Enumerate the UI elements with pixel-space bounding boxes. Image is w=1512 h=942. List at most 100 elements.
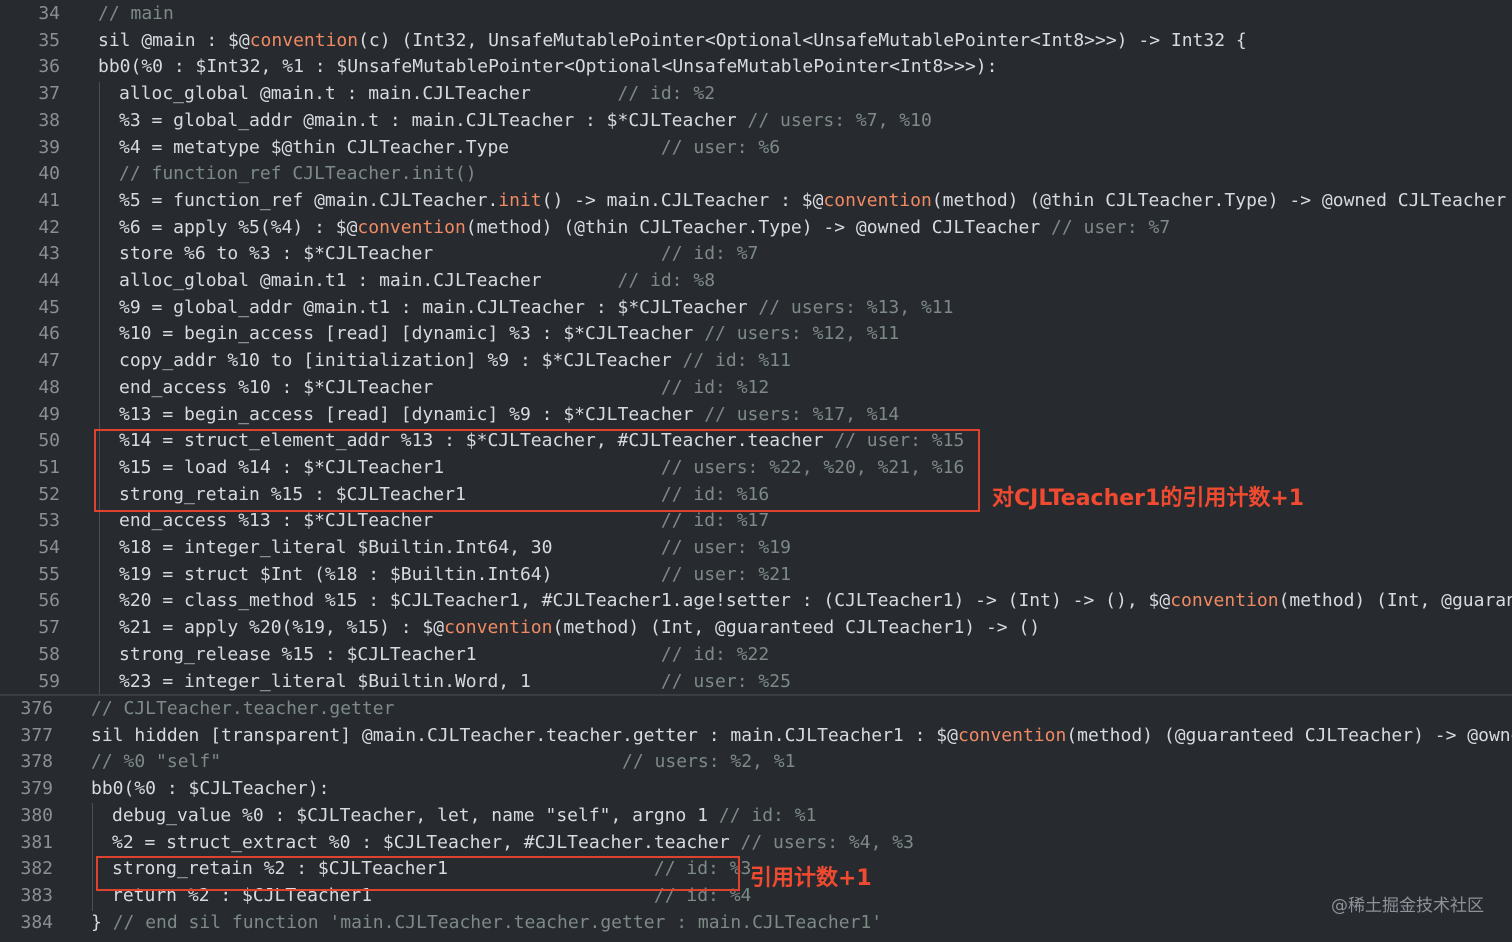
code-token: // id: %12	[660, 376, 770, 398]
code-line[interactable]: 59 %23 = integer_literal $Builtin.Word, 1…	[0, 669, 1512, 695]
code-token: (c) (Int32, UnsafeMutablePointer<Optiona…	[358, 29, 1247, 51]
code-token: sil hidden [transparent] @main.CJLTeache…	[91, 724, 958, 746]
code-token: %19 = struct $Int (%18 : $Builtin.Int64)	[119, 563, 661, 585]
code-token: %5 = function_ref @main.CJLTeacher.	[119, 189, 499, 211]
code-token: (method) (@thin CJLTeacher.Type) -> @own…	[465, 216, 1051, 238]
line-number: 48	[38, 376, 60, 398]
code-token: // user: %21	[660, 563, 791, 585]
code-token: // users: %13, %11	[758, 296, 954, 318]
code-line[interactable]: 40 // function_ref CJLTeacher.init()	[0, 161, 1512, 188]
code-line[interactable]: 56 %20 = class_method %15 : $CJLTeacher1,…	[0, 588, 1512, 615]
code-text: sil hidden [transparent] @main.CJLTeache…	[91, 723, 1512, 750]
code-token: }	[91, 911, 113, 933]
code-line[interactable]: 37 alloc_global @main.t : main.CJLTeacher…	[0, 81, 1512, 108]
line-number: 52	[38, 483, 60, 505]
code-token: %18 = integer_literal $Builtin.Int64, 30	[119, 537, 661, 558]
code-line[interactable]: 379 bb0(%0 : $CJLTeacher):	[0, 776, 1512, 803]
line-number: 59	[38, 670, 60, 692]
code-text: // function_ref CJLTeacher.init()	[119, 161, 477, 188]
line-number: 380	[20, 804, 53, 826]
code-line[interactable]: 377 sil hidden [transparent] @main.CJLTea…	[0, 723, 1512, 750]
code-token: // id: %22	[660, 643, 770, 665]
code-token: alloc_global @main.t : main.CJLTeacher	[119, 83, 618, 105]
code-line[interactable]: 41 %5 = function_ref @main.CJLTeacher.ini…	[0, 188, 1512, 215]
code-token: // user: %25	[660, 670, 791, 692]
code-text: // %0 "self" // users: %2, %1	[91, 749, 795, 776]
line-number: 35	[38, 29, 60, 51]
line-number: 57	[38, 617, 60, 639]
code-text: copy_addr %10 to [initialization] %9 : $…	[119, 348, 791, 375]
line-number: 45	[38, 296, 60, 318]
code-line[interactable]: 38 %3 = global_addr @main.t : main.CJLTea…	[0, 108, 1512, 135]
code-token: // id: %2	[617, 83, 716, 105]
code-line[interactable]: 39 %4 = metatype $@thin CJLTeacher.Type /…	[0, 135, 1512, 162]
line-number: 47	[38, 350, 60, 372]
code-token: alloc_global @main.t1 : main.CJLTeacher	[119, 270, 618, 291]
code-text: bb0(%0 : $CJLTeacher):	[91, 776, 329, 803]
line-number: 39	[38, 136, 60, 158]
code-line[interactable]: 53 end_access %13 : $*CJLTeacher // id: %…	[0, 508, 1512, 535]
code-text: %23 = integer_literal $Builtin.Word, 1 /…	[119, 669, 791, 695]
code-line[interactable]: 34 // main	[0, 1, 1512, 28]
code-text: // main	[98, 3, 174, 24]
code-panel-top[interactable]: 34// main 35 sil @main : $@ convention (c) (…	[0, 0, 1512, 694]
code-line[interactable]: 48 end_access %10 : $*CJLTeacher // id: %…	[0, 375, 1512, 402]
code-line[interactable]: 381 %2 = struct_extract %0 : $CJLTeacher,…	[0, 830, 1512, 857]
code-line[interactable]: 43 store %6 to %3 : $*CJLTeacher // id: %…	[0, 241, 1512, 268]
indent-guide	[92, 803, 93, 911]
line-number: 378	[20, 751, 53, 773]
code-line[interactable]: 36 bb0(%0 : $Int32, %1 : $UnsafeMutablePo…	[0, 54, 1512, 81]
code-token: %2 = struct_extract %0 : $CJLTeacher, #C…	[112, 831, 741, 853]
code-line[interactable]: 47 copy_addr %10 to [initialization] %9 :…	[0, 348, 1512, 375]
code-token: convention	[357, 216, 466, 238]
line-number: 383	[20, 884, 53, 906]
code-text: alloc_global @main.t1 : main.CJLTeacher …	[119, 268, 715, 295]
code-line[interactable]: 35 sil @main : $@convention(c) (Int32, Un…	[0, 28, 1512, 55]
code-text: end_access %13 : $*CJLTeacher // id: %17	[119, 508, 769, 535]
code-text: %10 = begin_access [read] [dynamic] %3 :…	[119, 321, 899, 348]
code-token: %6 = apply %5(%4) : $@	[119, 216, 358, 238]
code-token: (method) (Int, @guarante	[1278, 590, 1512, 612]
code-token: store %6 to %3 : $*CJLTeacher	[119, 243, 661, 265]
code-token: // user: %19	[660, 537, 791, 558]
code-token: strong_release %15 : $CJLTeacher1	[119, 643, 661, 665]
code-line[interactable]: 44 alloc_global @main.t1 : main.CJLTeache…	[0, 268, 1512, 295]
line-number: 46	[38, 323, 60, 345]
code-line[interactable]: 45 %9 = global_addr @main.t1 : main.CJLTe…	[0, 295, 1512, 322]
code-token: (method) (Int, @guaranteed CJLTeacher1) …	[552, 617, 1041, 639]
code-token: end_access %10 : $*CJLTeacher	[119, 376, 661, 398]
code-line[interactable]: 380 debug_value %0 : $CJLTeacher, let, na…	[0, 803, 1512, 830]
code-panel-bottom[interactable]: 376 // CJLTeacher.teacher.getter 377 sil hi…	[0, 694, 1512, 942]
code-line[interactable]: 54 %18 = integer_literal $Builtin.Int64, …	[0, 535, 1512, 562]
code-token: init	[498, 189, 542, 211]
code-token: // users: %4, %3	[740, 831, 914, 853]
code-token: sil @main : $@	[98, 29, 250, 51]
watermark: @稀土掘金技术社区	[1331, 896, 1484, 916]
code-line[interactable]: 55 %19 = struct $Int (%18 : $Builtin.Int6…	[0, 562, 1512, 589]
code-text: // CJLTeacher.teacher.getter	[91, 696, 394, 723]
line-number: 53	[38, 510, 60, 532]
code-text: %5 = function_ref @main.CJLTeacher.init(…	[119, 188, 1512, 215]
code-text: %3 = global_addr @main.t : main.CJLTeach…	[119, 108, 932, 135]
code-line[interactable]: 57 %21 = apply %20(%19, %15) : $@conventi…	[0, 615, 1512, 642]
highlight-box-getter-retain	[96, 856, 740, 891]
line-number: 377	[20, 724, 53, 746]
code-token: copy_addr %10 to [initialization] %9 : $…	[119, 350, 683, 372]
code-line[interactable]: 376 // CJLTeacher.teacher.getter	[0, 696, 1512, 723]
code-text: %13 = begin_access [read] [dynamic] %9 :…	[119, 402, 899, 429]
code-text: } // end sil function 'main.CJLTeacher.t…	[91, 910, 882, 937]
code-line[interactable]: 58 strong_release %15 : $CJLTeacher1 // i…	[0, 642, 1512, 669]
code-text: %18 = integer_literal $Builtin.Int64, 30…	[119, 535, 791, 562]
code-line[interactable]: 49 %13 = begin_access [read] [dynamic] %9…	[0, 402, 1512, 429]
code-text: %19 = struct $Int (%18 : $Builtin.Int64)…	[119, 562, 791, 589]
code-token: convention	[957, 724, 1067, 746]
code-token: // end sil function 'main.CJLTeacher.tea…	[112, 911, 883, 933]
line-number: 55	[38, 563, 60, 585]
highlight-box-retain-load	[94, 429, 980, 512]
code-line[interactable]: 384} // end sil function 'main.CJLTeache…	[0, 910, 1512, 937]
code-line[interactable]: 42 %6 = apply %5(%4) : $@convention(metho…	[0, 215, 1512, 242]
line-number: 37	[38, 83, 60, 105]
code-line[interactable]: 378 // %0 "self" // users: %2, %1	[0, 749, 1512, 776]
code-token: // id: %8	[617, 270, 716, 291]
code-line[interactable]: 46 %10 = begin_access [read] [dynamic] %3…	[0, 321, 1512, 348]
